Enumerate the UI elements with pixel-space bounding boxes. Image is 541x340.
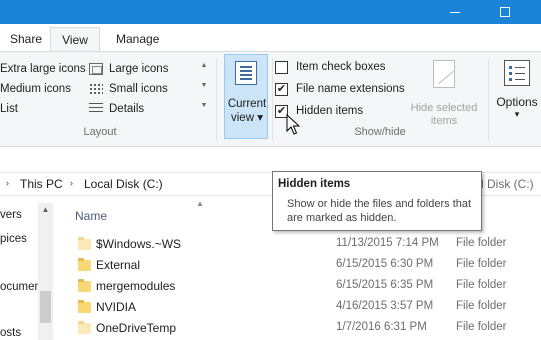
- tooltip-title: Hidden items: [278, 178, 351, 190]
- group-label-layout: Layout: [83, 126, 117, 138]
- details-icon: [89, 103, 103, 115]
- layout-item-label: Extra large icons: [0, 63, 86, 75]
- layout-large-icons[interactable]: Large icons: [89, 60, 168, 78]
- minimize-button[interactable]: [432, 0, 478, 24]
- layout-small-icons[interactable]: Small icons: [89, 80, 168, 98]
- breadcrumb-this-pc[interactable]: This PC: [20, 177, 63, 191]
- file-type: File folder: [456, 258, 507, 270]
- table-row[interactable]: OneDriveTemp 1/7/2016 6:31 PM File folde…: [70, 318, 541, 339]
- hide-selected-icon: [433, 60, 455, 88]
- nav-item[interactable]: pices: [0, 233, 27, 245]
- file-name: mergemodules: [96, 279, 176, 293]
- nav-item[interactable]: vers: [0, 209, 22, 221]
- item-check-boxes-toggle[interactable]: Item check boxes: [275, 58, 385, 76]
- file-date: 6/15/2015 6:35 PM: [336, 279, 434, 291]
- options-label: Options: [496, 95, 538, 109]
- layout-medium-icons[interactable]: Medium icons: [0, 80, 71, 98]
- small-icons-icon: [89, 83, 103, 95]
- layout-gallery-scroller[interactable]: ▲ ▼ ▼: [198, 60, 210, 116]
- checkbox-checked[interactable]: ✔: [275, 82, 288, 96]
- mouse-pointer-icon: [286, 114, 301, 135]
- table-row[interactable]: NVIDIA 4/16/2015 3:57 PM File folder: [70, 297, 541, 318]
- file-type: File folder: [456, 300, 507, 312]
- maximize-icon: [500, 7, 510, 17]
- layout-item-label: Small icons: [109, 83, 168, 95]
- current-view-label-line2: view ▾: [231, 112, 263, 124]
- layout-extra-large-icons[interactable]: Extra large icons: [0, 60, 86, 78]
- folder-icon: [78, 237, 91, 250]
- breadcrumb-local-disk[interactable]: Local Disk (C:): [84, 177, 163, 191]
- hide-selected-label: Hide selected items: [406, 102, 482, 128]
- file-type: File folder: [456, 279, 507, 291]
- file-type: File folder: [456, 321, 507, 333]
- group-divider: [488, 58, 489, 142]
- table-row[interactable]: $Windows.~WS 11/13/2015 7:14 PM File fol…: [70, 234, 541, 255]
- search-box-placeholder[interactable]: l Disk (C:): [481, 177, 534, 191]
- folder-icon: [78, 258, 91, 271]
- chevron-down-icon: ▾: [514, 109, 520, 119]
- group-label-show-hide: Show/hide: [354, 126, 406, 138]
- nav-item[interactable]: osts: [0, 327, 21, 339]
- current-view-icon: [235, 61, 257, 85]
- current-view-label: Current view ▾: [225, 97, 269, 125]
- breadcrumb-separator-icon[interactable]: ›: [70, 178, 73, 188]
- folder-icon: [78, 300, 91, 313]
- maximize-button[interactable]: [482, 0, 528, 24]
- scrollbar-thumb[interactable]: [40, 291, 51, 323]
- table-row[interactable]: External 6/15/2015 6:30 PM File folder: [70, 255, 541, 276]
- minimize-icon: [450, 11, 460, 13]
- group-divider: [216, 58, 217, 142]
- checkbox-label: Item check boxes: [296, 61, 386, 73]
- scroll-down-icon[interactable]: ▼: [198, 80, 210, 92]
- table-row[interactable]: mergemodules 6/15/2015 6:35 PM File fold…: [70, 276, 541, 297]
- layout-item-label: Details: [109, 103, 145, 115]
- column-header-name[interactable]: Name: [75, 209, 107, 223]
- breadcrumb-separator-icon[interactable]: ›: [6, 178, 9, 188]
- tab-view[interactable]: View: [50, 27, 100, 53]
- file-date: 11/13/2015 7:14 PM: [336, 237, 439, 249]
- file-name-extensions-toggle[interactable]: ✔ File name extensions: [275, 80, 405, 98]
- folder-icon: [78, 321, 91, 334]
- checkbox-unchecked[interactable]: [275, 60, 288, 74]
- checkbox-label: File name extensions: [296, 83, 405, 95]
- title-bar: [0, 0, 541, 24]
- layout-details[interactable]: Details: [89, 100, 144, 118]
- layout-list[interactable]: List: [0, 100, 18, 118]
- file-date: 1/7/2016 6:31 PM: [336, 321, 427, 333]
- ribbon-view-panel: Extra large icons Large icons Medium ico…: [0, 51, 541, 147]
- current-view-button[interactable]: Current view ▾: [224, 54, 268, 139]
- large-icons-icon: [89, 63, 103, 75]
- hide-selected-items-button[interactable]: Hide selected items: [406, 60, 482, 128]
- sort-ascending-icon: ▲: [196, 199, 204, 208]
- layout-item-label: Large icons: [109, 63, 169, 75]
- file-date: 6/15/2015 6:30 PM: [336, 258, 434, 270]
- scroll-up-icon[interactable]: ▲: [198, 60, 210, 72]
- nav-scrollbar[interactable]: ▲: [38, 203, 53, 340]
- hide-selected-line1: Hide selected: [410, 102, 478, 114]
- navigation-pane: vers pices ocument osts ▲: [0, 197, 56, 340]
- tab-manage[interactable]: Manage: [106, 27, 169, 52]
- hidden-items-tooltip: Hidden items Show or hide the files and …: [272, 171, 482, 231]
- folder-icon: [78, 279, 91, 292]
- file-type: File folder: [456, 237, 507, 249]
- layout-item-label: List: [0, 103, 18, 115]
- tab-share[interactable]: Share: [0, 27, 52, 52]
- gallery-more-icon[interactable]: ▼: [198, 100, 210, 112]
- group-divider: [272, 58, 273, 142]
- current-view-label-line1: Current: [227, 98, 267, 110]
- file-date: 4/16/2015 3:57 PM: [336, 300, 434, 312]
- file-name: NVIDIA: [96, 300, 137, 314]
- checkbox-label: Hidden items: [296, 105, 364, 117]
- file-name: OneDriveTemp: [96, 321, 177, 335]
- options-icon: [504, 60, 530, 86]
- ribbon-tabs: Share View Manage: [0, 24, 541, 53]
- options-button[interactable]: Options ▾: [494, 60, 540, 119]
- tooltip-body: Show or hide the files and folders that …: [287, 198, 472, 224]
- layout-item-label: Medium icons: [0, 83, 71, 95]
- file-name: External: [96, 258, 141, 272]
- scroll-up-icon[interactable]: ▲: [38, 205, 53, 214]
- layout-gallery: Extra large icons Large icons Medium ico…: [0, 60, 210, 120]
- file-name: $Windows.~WS: [96, 237, 182, 251]
